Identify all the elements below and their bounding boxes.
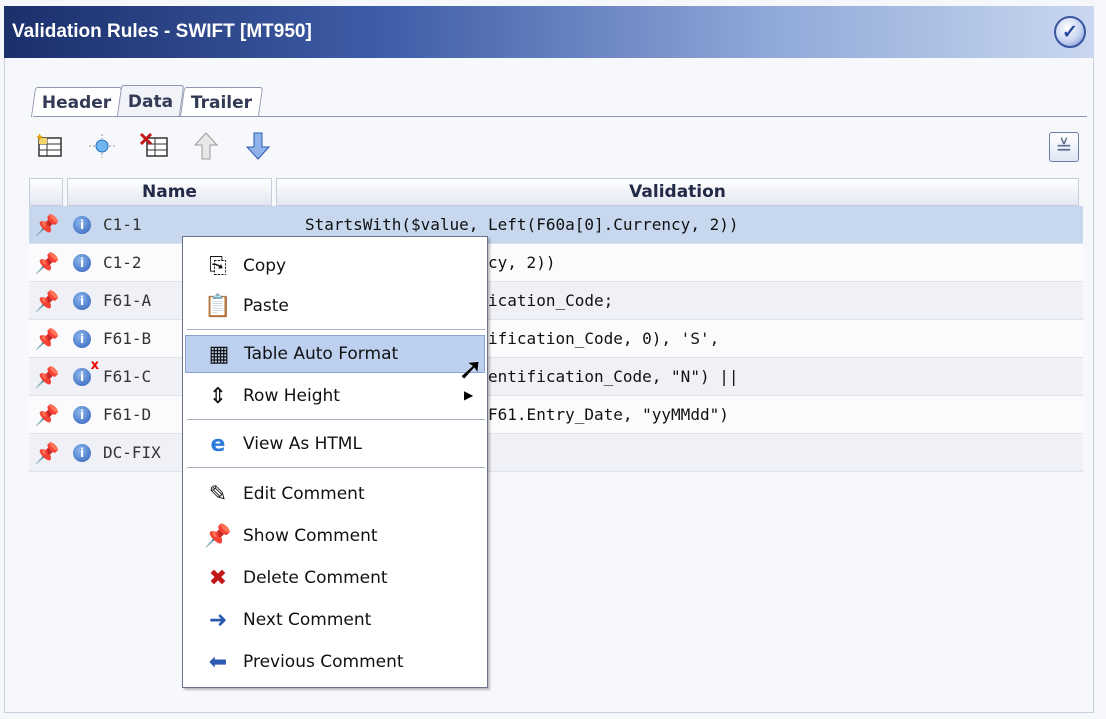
column-header-validation[interactable]: Validation	[276, 178, 1079, 206]
comment-pin-icon[interactable]: 📌	[29, 441, 65, 465]
menu-separator	[187, 419, 485, 420]
menu-item-next-comment[interactable]: ➜ Next Comment	[185, 601, 485, 639]
comment-pin-icon[interactable]: 📌	[29, 403, 65, 427]
column-header-name[interactable]: Name	[66, 178, 273, 206]
comment-pin-icon[interactable]: 📌	[29, 289, 65, 313]
menu-item-delete-comment[interactable]: ✖ Delete Comment	[185, 559, 485, 597]
toolbar: ✦ ≚	[33, 124, 1087, 168]
comment-pin-icon[interactable]: 📌	[29, 365, 65, 389]
show-comment-icon: 📌	[204, 523, 232, 549]
info-icon: i	[73, 291, 91, 310]
menu-separator	[187, 329, 485, 330]
tab-trailer[interactable]: Trailer	[179, 87, 263, 117]
svg-text:✦: ✦	[35, 132, 44, 144]
paste-icon: 📋	[204, 293, 232, 319]
internet-explorer-icon: e	[210, 431, 226, 457]
mouse-cursor-icon: ➚	[458, 352, 484, 387]
info-icon: i	[73, 405, 91, 424]
menu-item-table-auto-format[interactable]: ▦ Table Auto Format	[185, 335, 485, 373]
comment-pin-icon[interactable]: 📌	[29, 327, 65, 351]
table-format-icon: ▦	[208, 341, 230, 367]
error-x-icon: x	[90, 357, 99, 373]
copy-icon: ⎘	[209, 253, 227, 279]
row-height-icon: ⇕	[208, 383, 228, 409]
add-rule-icon[interactable]	[85, 129, 119, 163]
edit-comment-icon: ✎	[208, 481, 228, 507]
tab-strip: Header Data Trailer	[30, 83, 263, 117]
insert-row-icon[interactable]: ✦	[33, 129, 67, 163]
window-title: Validation Rules - SWIFT [MT950]	[12, 21, 312, 42]
info-icon: i	[73, 215, 91, 234]
move-down-icon[interactable]	[241, 129, 275, 163]
info-icon: i	[73, 329, 91, 348]
info-error-icon: ix	[73, 358, 99, 386]
title-bar: Validation Rules - SWIFT [MT950] ✓	[4, 6, 1094, 58]
info-icon: i	[73, 253, 91, 272]
info-icon: i	[73, 443, 91, 462]
menu-item-previous-comment[interactable]: ⬅ Previous Comment	[185, 643, 485, 681]
next-comment-icon: ➜	[208, 607, 228, 633]
move-up-icon[interactable]	[189, 129, 223, 163]
previous-comment-icon: ⬅	[208, 649, 228, 675]
chevron-down-double-icon[interactable]: ≚	[1049, 132, 1079, 162]
row-name: C1-1	[103, 215, 142, 234]
row-validation: StartsWith($value, Left(F60a[0].Currency…	[305, 215, 739, 234]
menu-item-view-as-html[interactable]: e View As HTML	[185, 425, 485, 463]
delete-comment-icon: ✖	[208, 565, 228, 591]
header-corner	[29, 178, 63, 206]
tab-divider	[33, 116, 1087, 117]
validation-rules-window: Validation Rules - SWIFT [MT950] ✓ Heade…	[0, 0, 1106, 719]
comment-pin-icon[interactable]: 📌	[29, 213, 65, 237]
submenu-arrow-icon: ▶	[464, 388, 474, 402]
menu-separator	[187, 467, 485, 468]
comment-pin-icon[interactable]: 📌	[29, 251, 65, 275]
tab-header[interactable]: Header	[30, 87, 123, 117]
delete-row-icon[interactable]	[137, 129, 171, 163]
menu-item-paste[interactable]: 📋 Paste	[185, 287, 485, 325]
checkmark-circle-icon[interactable]: ✓	[1054, 16, 1086, 48]
tab-data[interactable]: Data	[117, 85, 185, 117]
grid-header: Name Validation	[29, 178, 1083, 206]
content-panel: Header Data Trailer ✦ ≚ Name Validation …	[4, 58, 1094, 713]
menu-item-copy[interactable]: ⎘ Copy	[185, 247, 485, 285]
menu-item-edit-comment[interactable]: ✎ Edit Comment	[185, 475, 485, 513]
context-menu: ⎘ Copy 📋 Paste ▦ Table Auto Format ⇕ Row…	[182, 236, 488, 688]
menu-item-show-comment[interactable]: 📌 Show Comment	[185, 517, 485, 555]
menu-item-row-height[interactable]: ⇕ Row Height	[185, 377, 485, 415]
